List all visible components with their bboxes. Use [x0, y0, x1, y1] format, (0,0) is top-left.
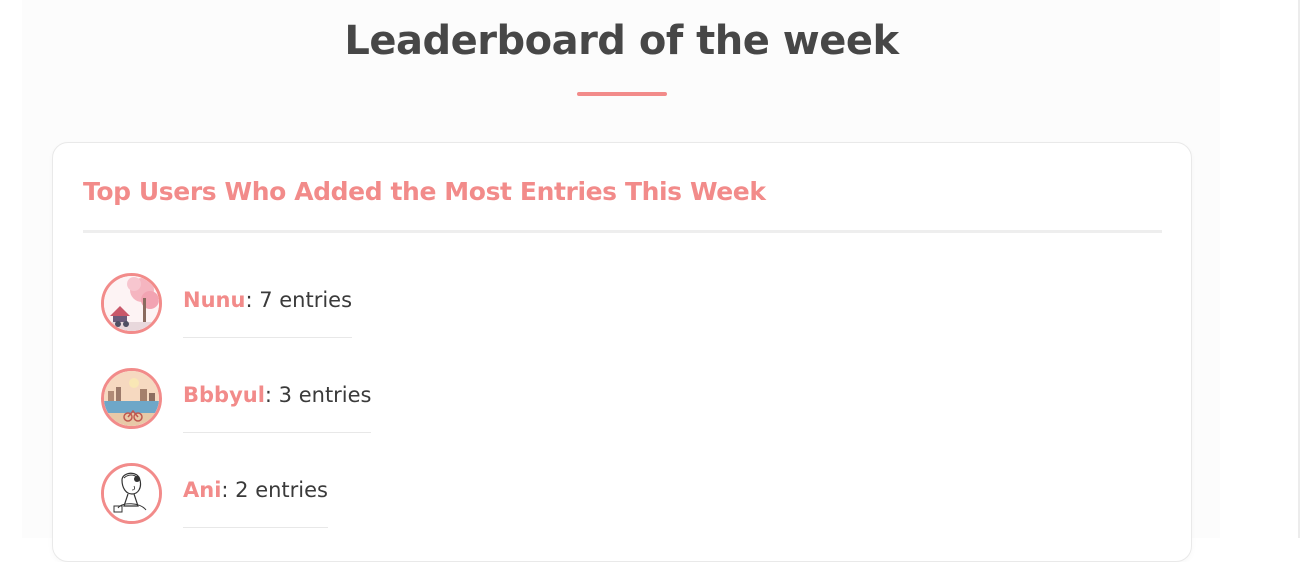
- right-border: [1298, 0, 1300, 538]
- entry-count-line: Ani: 2 entries: [183, 478, 328, 502]
- list-item: Ani: 2 entries: [101, 463, 801, 528]
- city-river-bike-avatar-icon[interactable]: [101, 368, 162, 429]
- line-art-girl-avatar-icon[interactable]: [101, 463, 162, 524]
- entry-count-line: Nunu: 7 entries: [183, 288, 352, 312]
- entry-count: : 2 entries: [221, 478, 328, 502]
- cherry-blossom-avatar-icon[interactable]: [101, 273, 162, 334]
- user-name-link[interactable]: Ani: [183, 478, 221, 502]
- entry-underline: [183, 527, 328, 528]
- entry-count-line: Bbbyul: 3 entries: [183, 383, 372, 407]
- entry-count: : 3 entries: [264, 383, 372, 407]
- entry-count: : 7 entries: [245, 288, 353, 312]
- user-name-link[interactable]: Nunu: [183, 288, 245, 312]
- list-item: Bbbyul: 3 entries: [101, 368, 801, 433]
- leaderboard-heading: Top Users Who Added the Most Entries Thi…: [83, 177, 766, 206]
- leaderboard-card: Top Users Who Added the Most Entries Thi…: [52, 142, 1192, 562]
- list-item: Nunu: 7 entries: [101, 273, 801, 338]
- title-underline: [577, 92, 667, 96]
- page-title: Leaderboard of the week: [344, 18, 899, 64]
- user-name-link[interactable]: Bbbyul: [183, 383, 265, 407]
- entry-underline: [183, 432, 371, 433]
- heading-divider: [83, 230, 1162, 233]
- entry-underline: [183, 337, 352, 338]
